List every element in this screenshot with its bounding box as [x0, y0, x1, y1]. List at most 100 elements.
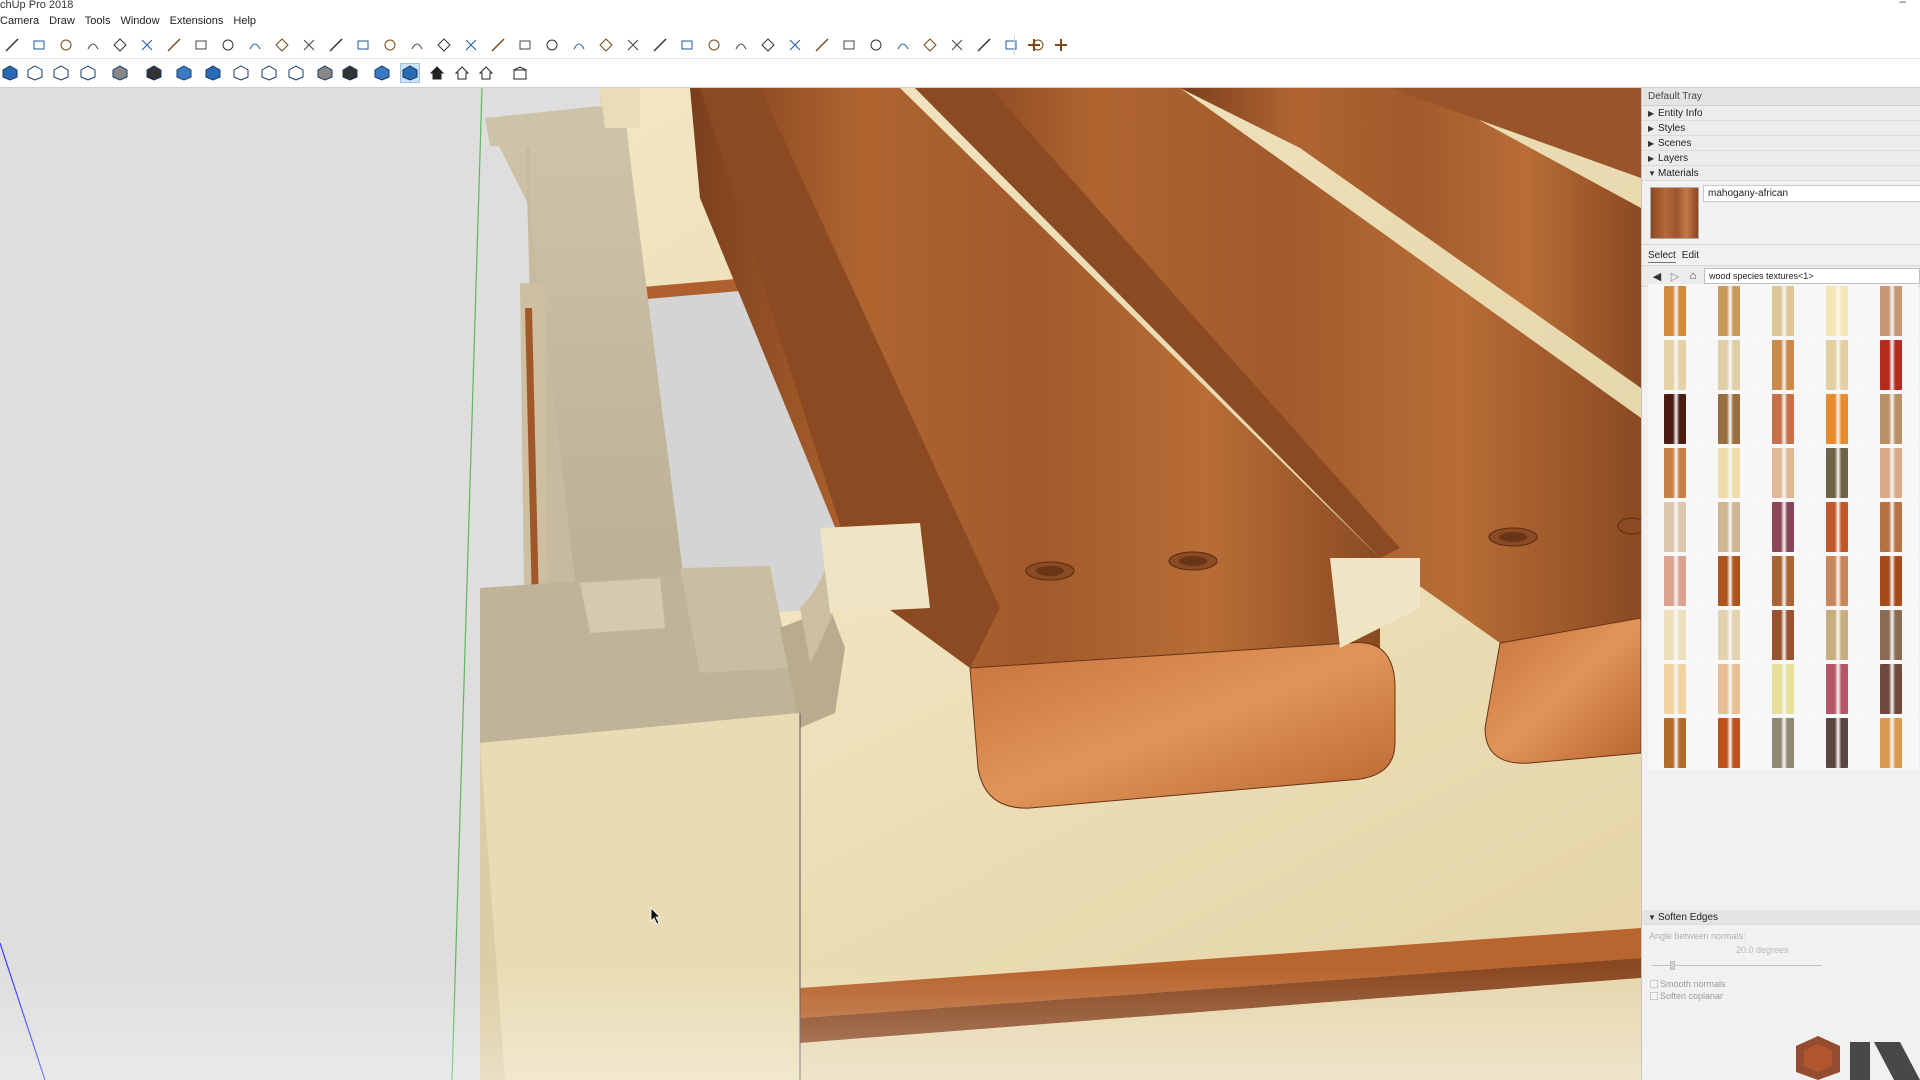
material-name-field[interactable]: mahogany-african: [1703, 185, 1920, 202]
material-swatch[interactable]: [1648, 716, 1702, 770]
warehouse-icon[interactable]: [476, 63, 496, 83]
material-swatch[interactable]: [1810, 446, 1864, 500]
open-box-icon[interactable]: [510, 63, 530, 83]
right-view-icon[interactable]: [259, 63, 279, 83]
material-swatch[interactable]: [1648, 554, 1702, 608]
material-swatch[interactable]: [1864, 662, 1918, 716]
material-swatch[interactable]: [1702, 338, 1756, 392]
menu-window[interactable]: Window: [115, 12, 164, 30]
material-swatch[interactable]: [1756, 338, 1810, 392]
back-view-icon[interactable]: [286, 63, 306, 83]
soften-coplanar-option[interactable]: Soften coplanar: [1642, 989, 1920, 1001]
3d-model-scene[interactable]: [0, 88, 1641, 1080]
x-ray-icon[interactable]: [0, 63, 20, 83]
arc-icon[interactable]: [191, 35, 211, 55]
material-swatch[interactable]: [1864, 608, 1918, 662]
material-swatch[interactable]: [1702, 716, 1756, 770]
material-swatch[interactable]: [1864, 338, 1918, 392]
lasso-icon[interactable]: [56, 35, 76, 55]
angle-slider[interactable]: [1652, 961, 1822, 970]
material-swatch[interactable]: [1702, 446, 1756, 500]
add-location-icon[interactable]: [1024, 35, 1044, 55]
zoom-icon[interactable]: [839, 35, 859, 55]
minimize-button[interactable]: –: [1899, 0, 1906, 8]
material-swatch[interactable]: [1810, 338, 1864, 392]
3dtext-icon[interactable]: [677, 35, 697, 55]
pushpull-icon[interactable]: [407, 35, 427, 55]
soften-coplanar-checkbox[interactable]: [1650, 992, 1658, 1000]
material-swatch[interactable]: [1702, 554, 1756, 608]
back-edges-icon[interactable]: [25, 63, 45, 83]
material-swatch[interactable]: [1648, 662, 1702, 716]
orbit-icon[interactable]: [785, 35, 805, 55]
look-around-icon[interactable]: [1001, 35, 1021, 55]
section-icon[interactable]: [704, 35, 724, 55]
material-swatch[interactable]: [1810, 716, 1864, 770]
material-swatch[interactable]: [1756, 716, 1810, 770]
material-swatch[interactable]: [1702, 608, 1756, 662]
panel-layers[interactable]: ▶ Layers: [1642, 151, 1920, 166]
tape-icon[interactable]: [542, 35, 562, 55]
2pt-arc-icon[interactable]: [218, 35, 238, 55]
material-swatch[interactable]: [1756, 284, 1810, 338]
bottom-view-icon[interactable]: [340, 63, 360, 83]
tab-select[interactable]: Select: [1648, 249, 1676, 263]
iso-view-icon[interactable]: [174, 63, 194, 83]
zoom-window-icon[interactable]: [866, 35, 886, 55]
material-swatch[interactable]: [1810, 392, 1864, 446]
home-icon[interactable]: ⌂: [1686, 269, 1700, 283]
panel-materials[interactable]: ▼ Materials: [1642, 166, 1920, 181]
monochrome-icon[interactable]: [144, 63, 164, 83]
scale-icon[interactable]: [488, 35, 508, 55]
panel-entity-info[interactable]: ▶ Entity Info: [1642, 106, 1920, 121]
tab-edit[interactable]: Edit: [1682, 249, 1699, 263]
axes-icon[interactable]: [596, 35, 616, 55]
wireframe-icon[interactable]: [51, 63, 71, 83]
followme-icon[interactable]: [380, 35, 400, 55]
material-swatch[interactable]: [1810, 284, 1864, 338]
protractor-icon[interactable]: [569, 35, 589, 55]
rectangle-icon[interactable]: [83, 35, 103, 55]
material-swatch[interactable]: [1810, 608, 1864, 662]
material-swatch[interactable]: [1864, 284, 1918, 338]
line-icon[interactable]: [2, 35, 22, 55]
material-swatch[interactable]: [1810, 554, 1864, 608]
walk-icon[interactable]: [974, 35, 994, 55]
paint-icon[interactable]: [758, 35, 778, 55]
panel-scenes[interactable]: ▶ Scenes: [1642, 136, 1920, 151]
menu-tools[interactable]: Tools: [80, 12, 116, 30]
material-swatch[interactable]: [1648, 284, 1702, 338]
previous-view-icon[interactable]: [920, 35, 940, 55]
model-viewport[interactable]: [0, 88, 1641, 1080]
material-swatch[interactable]: [1756, 554, 1810, 608]
hidden-line-icon[interactable]: [78, 63, 98, 83]
smooth-normals-checkbox[interactable]: [1650, 980, 1658, 988]
flip-icon[interactable]: [515, 35, 535, 55]
back-arrow-icon[interactable]: ◀: [1650, 269, 1664, 283]
material-swatch[interactable]: [1864, 716, 1918, 770]
material-swatch[interactable]: [1756, 500, 1810, 554]
material-swatch[interactable]: [1756, 446, 1810, 500]
pan-icon[interactable]: [812, 35, 832, 55]
material-swatch[interactable]: [1702, 392, 1756, 446]
library-dropdown[interactable]: wood species textures<1>: [1704, 268, 1920, 284]
polygon-icon[interactable]: [164, 35, 184, 55]
dimension-icon[interactable]: [623, 35, 643, 55]
material-swatch[interactable]: [1864, 554, 1918, 608]
house-outline-icon[interactable]: [452, 63, 472, 83]
house-icon[interactable]: [427, 63, 447, 83]
material-swatch[interactable]: [1864, 392, 1918, 446]
panel-styles[interactable]: ▶ Styles: [1642, 121, 1920, 136]
material-swatch[interactable]: [1702, 662, 1756, 716]
material-swatch[interactable]: [1702, 500, 1756, 554]
circle-icon[interactable]: [137, 35, 157, 55]
material-swatch[interactable]: [1702, 284, 1756, 338]
smooth-normals-option[interactable]: Smooth normals: [1642, 969, 1920, 989]
material-swatch[interactable]: [1810, 662, 1864, 716]
pie-icon[interactable]: [272, 35, 292, 55]
material-swatch[interactable]: [1864, 446, 1918, 500]
eraser-icon[interactable]: [29, 35, 49, 55]
menu-camera[interactable]: Camera: [0, 12, 44, 30]
left-view-icon[interactable]: [315, 63, 335, 83]
bezier-icon[interactable]: [326, 35, 346, 55]
